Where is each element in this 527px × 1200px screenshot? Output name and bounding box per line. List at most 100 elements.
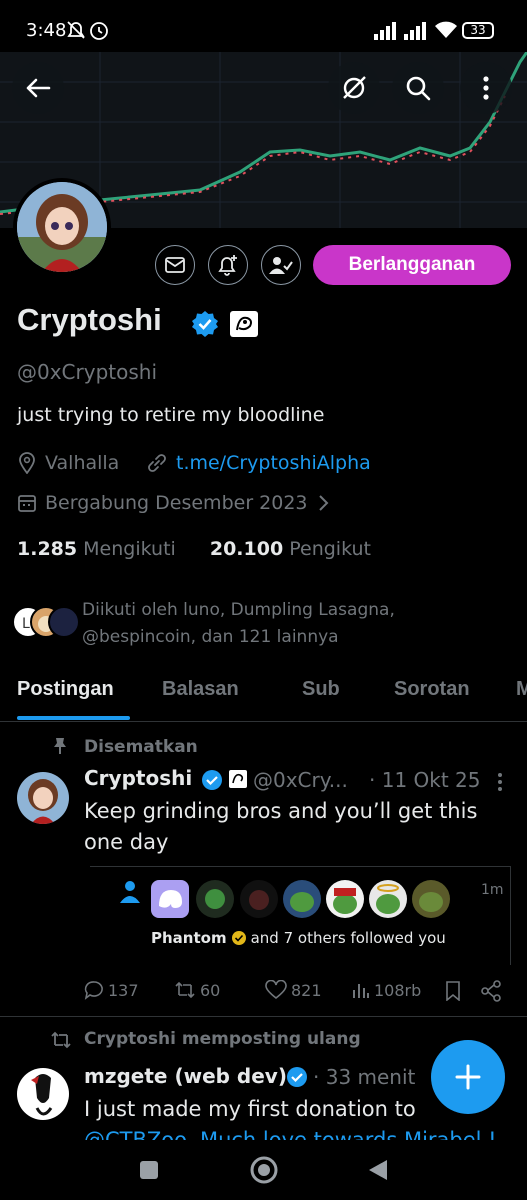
retweet-count: 60 — [200, 980, 221, 1000]
tab-sorotan[interactable]: Sorotan — [394, 678, 470, 701]
followed-by-text[interactable]: Diikuti oleh luno, Dumpling Lasagna, @be… — [82, 597, 395, 651]
like-button[interactable]: 821 — [265, 980, 322, 1000]
search-button[interactable] — [392, 62, 444, 114]
tab-balasan[interactable]: Balasan — [162, 678, 239, 701]
envelope-icon — [165, 257, 185, 273]
follow-stats: 1.285 Mengikuti 20.100 Pengikut — [17, 538, 371, 560]
profile-avatar[interactable] — [13, 178, 111, 276]
following-button[interactable] — [261, 245, 301, 285]
profile-handle: @0xCryptoshi — [17, 360, 158, 384]
grok-button[interactable] — [328, 62, 380, 114]
tab-more[interactable]: M — [516, 678, 527, 701]
location-pin-icon — [19, 452, 35, 474]
following-label: Mengikuti — [83, 538, 176, 560]
reply-icon — [84, 981, 103, 1000]
signal-2-icon — [404, 22, 426, 40]
search-icon — [406, 76, 431, 101]
compose-button[interactable] — [431, 1040, 505, 1114]
card-follow-desc: and 7 others followed you — [250, 929, 446, 947]
joined-row[interactable]: Bergabung Desember 2023 — [17, 492, 330, 514]
bookmark-icon[interactable] — [445, 981, 461, 1001]
svg-text:L: L — [22, 616, 30, 632]
chevron-right-icon — [318, 495, 328, 511]
signal-icon — [374, 22, 396, 40]
card-avatar-2 — [196, 880, 234, 918]
bar-chart-icon — [353, 984, 369, 998]
reply-button[interactable]: 137 — [84, 980, 139, 1000]
message-button[interactable] — [155, 245, 195, 285]
tweet-verified-icon — [202, 770, 222, 790]
followers-label: Pengikut — [289, 538, 371, 560]
profile-name-text: Cryptoshi — [17, 302, 162, 337]
more-options-button[interactable] — [460, 62, 512, 114]
profile-link[interactable]: t.me/CryptoshiAlpha — [176, 452, 371, 474]
tweet-more-icon[interactable] — [496, 771, 504, 793]
link-row[interactable]: t.me/CryptoshiAlpha — [146, 452, 371, 474]
card-time: 1m — [481, 882, 504, 898]
profile-name: Cryptoshi — [17, 302, 162, 338]
back-nav-icon[interactable] — [367, 1158, 389, 1182]
profile-tabs: Postingan Balasan Sub Sorotan M — [0, 660, 527, 722]
followed-by-line1: Diikuti oleh luno, Dumpling Lasagna, — [82, 600, 395, 620]
card-avatar-5 — [326, 880, 364, 918]
tweet-header: Cryptoshi — [84, 766, 192, 790]
status-time: 3:48 — [26, 20, 67, 41]
share-icon[interactable] — [480, 980, 502, 1002]
like-count: 821 — [291, 980, 322, 1000]
bell-plus-icon — [218, 255, 237, 276]
retweet-label: Cryptoshi memposting ulang — [84, 1029, 361, 1049]
followers-stat[interactable]: 20.100 Pengikut — [210, 538, 371, 560]
tweet-author[interactable]: Cryptoshi — [84, 766, 192, 790]
back-button[interactable] — [12, 62, 64, 114]
user-check-icon — [269, 257, 293, 274]
follower-avatar-3 — [48, 606, 80, 638]
active-tab-indicator — [17, 716, 130, 720]
retweet-indicator-icon — [51, 1031, 71, 1049]
notify-button[interactable] — [208, 245, 248, 285]
views-count: 108rb — [374, 980, 422, 1000]
followed-by-line2: @bespincoin, dan 121 lainnya — [82, 627, 339, 647]
affiliate-badge-icon — [230, 311, 258, 337]
tweet-avatar[interactable] — [17, 772, 69, 824]
retweet-button[interactable]: 60 — [174, 980, 220, 1000]
retweet-avatar[interactable] — [17, 1068, 69, 1120]
wifi-icon — [435, 21, 457, 38]
tweet-text: Keep grinding bros and you’ll get this o… — [84, 796, 504, 858]
plus-icon — [455, 1064, 481, 1090]
tab-postingan[interactable]: Postingan — [17, 678, 114, 701]
subscribe-button[interactable]: Berlangganan — [313, 245, 511, 285]
card-avatar-6 — [369, 880, 407, 918]
following-count: 1.285 — [17, 538, 78, 560]
gold-check-icon — [231, 931, 246, 945]
battery-indicator: 33 — [462, 22, 494, 39]
retweet-avatar-image — [31, 1074, 53, 1116]
profile-bio: just trying to retire my bloodline — [17, 404, 325, 426]
retweet-author[interactable]: mzgete (web dev) — [84, 1064, 287, 1088]
tweet-avatar-image — [17, 772, 69, 824]
tweet-date: · 11 Okt 25 — [369, 768, 481, 792]
verified-badge-icon — [192, 311, 218, 337]
back-arrow-icon — [26, 78, 51, 98]
retweet-verified-icon — [287, 1067, 307, 1087]
card-avatar-3 — [240, 880, 278, 918]
reply-count: 137 — [108, 980, 139, 1000]
tweet-text-line1: Keep grinding bros and you’ll get this — [84, 799, 478, 823]
retweet-time: · 33 menit — [313, 1065, 416, 1089]
status-bar: 3:48 33 — [0, 0, 527, 52]
card-follower-name: Phantom — [151, 929, 227, 947]
joined-text: Bergabung Desember 2023 — [45, 492, 308, 514]
retweet-text-line2: @CTBZoo. Much love towards Mirabel ! — [84, 1128, 497, 1140]
following-stat[interactable]: 1.285 Mengikuti — [17, 538, 176, 560]
views-button[interactable]: 108rb — [352, 980, 421, 1000]
tab-sub[interactable]: Sub — [302, 678, 340, 701]
person-icon — [120, 881, 140, 903]
home-icon[interactable] — [249, 1155, 279, 1185]
notification-icons — [67, 21, 108, 40]
followers-count: 20.100 — [209, 538, 284, 560]
recents-icon[interactable] — [139, 1160, 159, 1180]
tweet-divider — [0, 1016, 527, 1017]
link-icon — [148, 454, 166, 472]
tweet-text-line2: one day — [84, 830, 169, 854]
phantom-avatar — [151, 880, 189, 918]
pinned-label: Disematkan — [84, 737, 198, 757]
